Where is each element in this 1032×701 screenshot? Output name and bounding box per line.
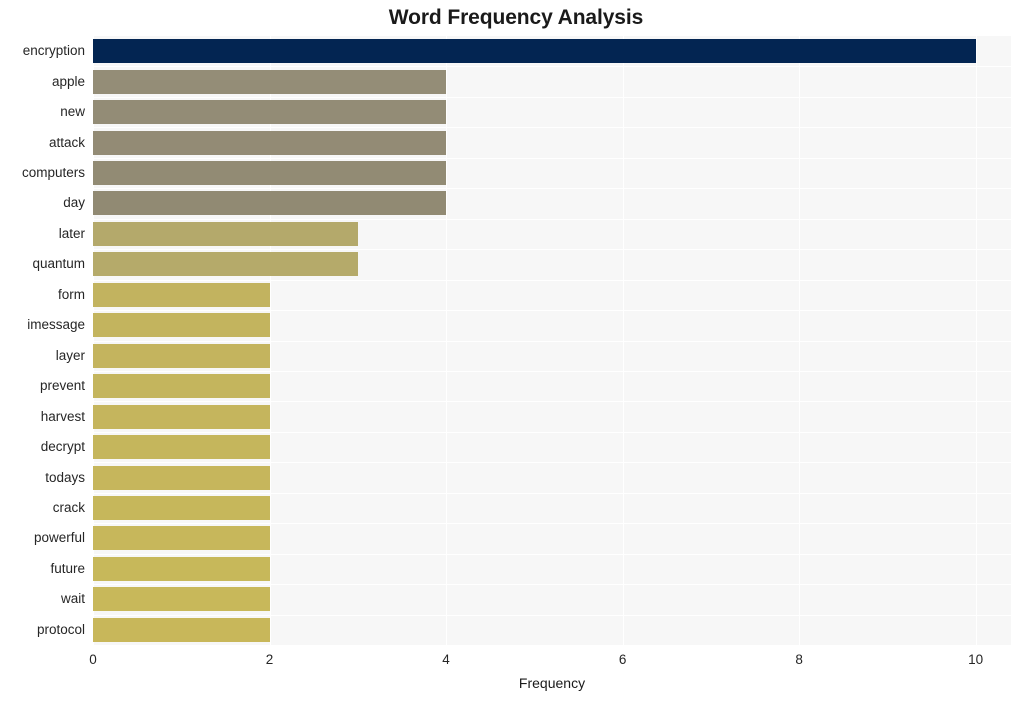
y-gridline bbox=[93, 615, 1011, 616]
y-axis-tick-label: imessage bbox=[27, 317, 85, 333]
y-gridline bbox=[93, 462, 1011, 463]
bar bbox=[93, 495, 270, 520]
bar bbox=[93, 526, 270, 551]
chart-title: Word Frequency Analysis bbox=[388, 6, 644, 29]
y-gridline bbox=[93, 158, 1011, 159]
y-axis-tick-label: crack bbox=[52, 499, 85, 515]
y-axis-tick-label: computers bbox=[21, 165, 85, 181]
bar bbox=[93, 191, 447, 216]
y-axis-tick-labels: encryption apple new attack computers day late… bbox=[0, 36, 85, 645]
y-axis-tick-label: form bbox=[58, 286, 85, 302]
y-gridline bbox=[93, 219, 1011, 220]
bar bbox=[93, 435, 270, 460]
bar bbox=[93, 282, 270, 307]
x-axis-tick-label: 4 bbox=[442, 652, 450, 667]
x-axis-tick-label: 0 bbox=[89, 652, 97, 667]
bar bbox=[93, 69, 447, 94]
bar bbox=[93, 100, 447, 125]
bar bbox=[93, 252, 358, 277]
y-axis-tick-label: future bbox=[50, 560, 85, 576]
plot-area bbox=[93, 36, 1011, 645]
y-axis-tick-label: decrypt bbox=[40, 439, 85, 455]
bar bbox=[93, 130, 447, 155]
y-axis-tick-label: day bbox=[63, 195, 85, 211]
bar bbox=[93, 617, 270, 642]
y-axis-tick-label: apple bbox=[51, 73, 85, 89]
y-gridline bbox=[93, 188, 1011, 189]
y-axis-tick-label: layer bbox=[55, 347, 85, 363]
bar bbox=[93, 343, 270, 368]
x-axis-tick-label: 8 bbox=[795, 652, 803, 667]
bar bbox=[93, 404, 270, 429]
y-gridline bbox=[93, 523, 1011, 524]
y-axis-tick-label: protocol bbox=[36, 621, 85, 637]
y-axis-tick-label: later bbox=[58, 225, 85, 241]
y-gridline bbox=[93, 432, 1011, 433]
bar bbox=[93, 556, 270, 581]
x-axis-tick-labels: 0 2 4 6 8 10 bbox=[0, 652, 1032, 672]
y-axis-tick-label: attack bbox=[48, 134, 85, 150]
y-gridline bbox=[93, 310, 1011, 311]
y-gridline bbox=[93, 554, 1011, 555]
y-gridline bbox=[93, 97, 1011, 98]
x-axis-tick-label: 10 bbox=[968, 652, 984, 667]
bar bbox=[93, 374, 270, 399]
y-gridline bbox=[93, 341, 1011, 342]
y-gridline bbox=[93, 280, 1011, 281]
bar bbox=[93, 313, 270, 338]
x-axis-tick-label: 2 bbox=[265, 652, 274, 667]
y-axis-tick-label: todays bbox=[45, 469, 85, 485]
y-gridline bbox=[93, 584, 1011, 585]
y-axis-tick-label: wait bbox=[60, 591, 85, 607]
y-gridline bbox=[93, 493, 1011, 494]
y-gridline bbox=[93, 66, 1011, 67]
bar bbox=[93, 39, 976, 64]
y-axis-tick-label: powerful bbox=[33, 530, 85, 546]
y-axis-tick-label: new bbox=[60, 104, 85, 120]
bar bbox=[93, 465, 270, 490]
bar bbox=[93, 587, 270, 612]
y-gridline bbox=[93, 401, 1011, 402]
x-axis-title: Frequency bbox=[518, 675, 586, 691]
x-axis-tick-label: 6 bbox=[618, 652, 627, 667]
y-axis-tick-label: encryption bbox=[22, 43, 85, 59]
y-gridline bbox=[93, 371, 1011, 372]
y-axis-tick-label: prevent bbox=[39, 378, 85, 394]
y-axis-tick-label: quantum bbox=[32, 256, 85, 272]
y-gridline bbox=[93, 127, 1011, 128]
y-axis-tick-label: harvest bbox=[40, 408, 85, 424]
bar bbox=[93, 161, 447, 186]
bar bbox=[93, 221, 358, 246]
word-frequency-bar-chart: Word Frequency Analysis encryption apple n… bbox=[0, 0, 1032, 701]
y-gridline bbox=[93, 249, 1011, 250]
